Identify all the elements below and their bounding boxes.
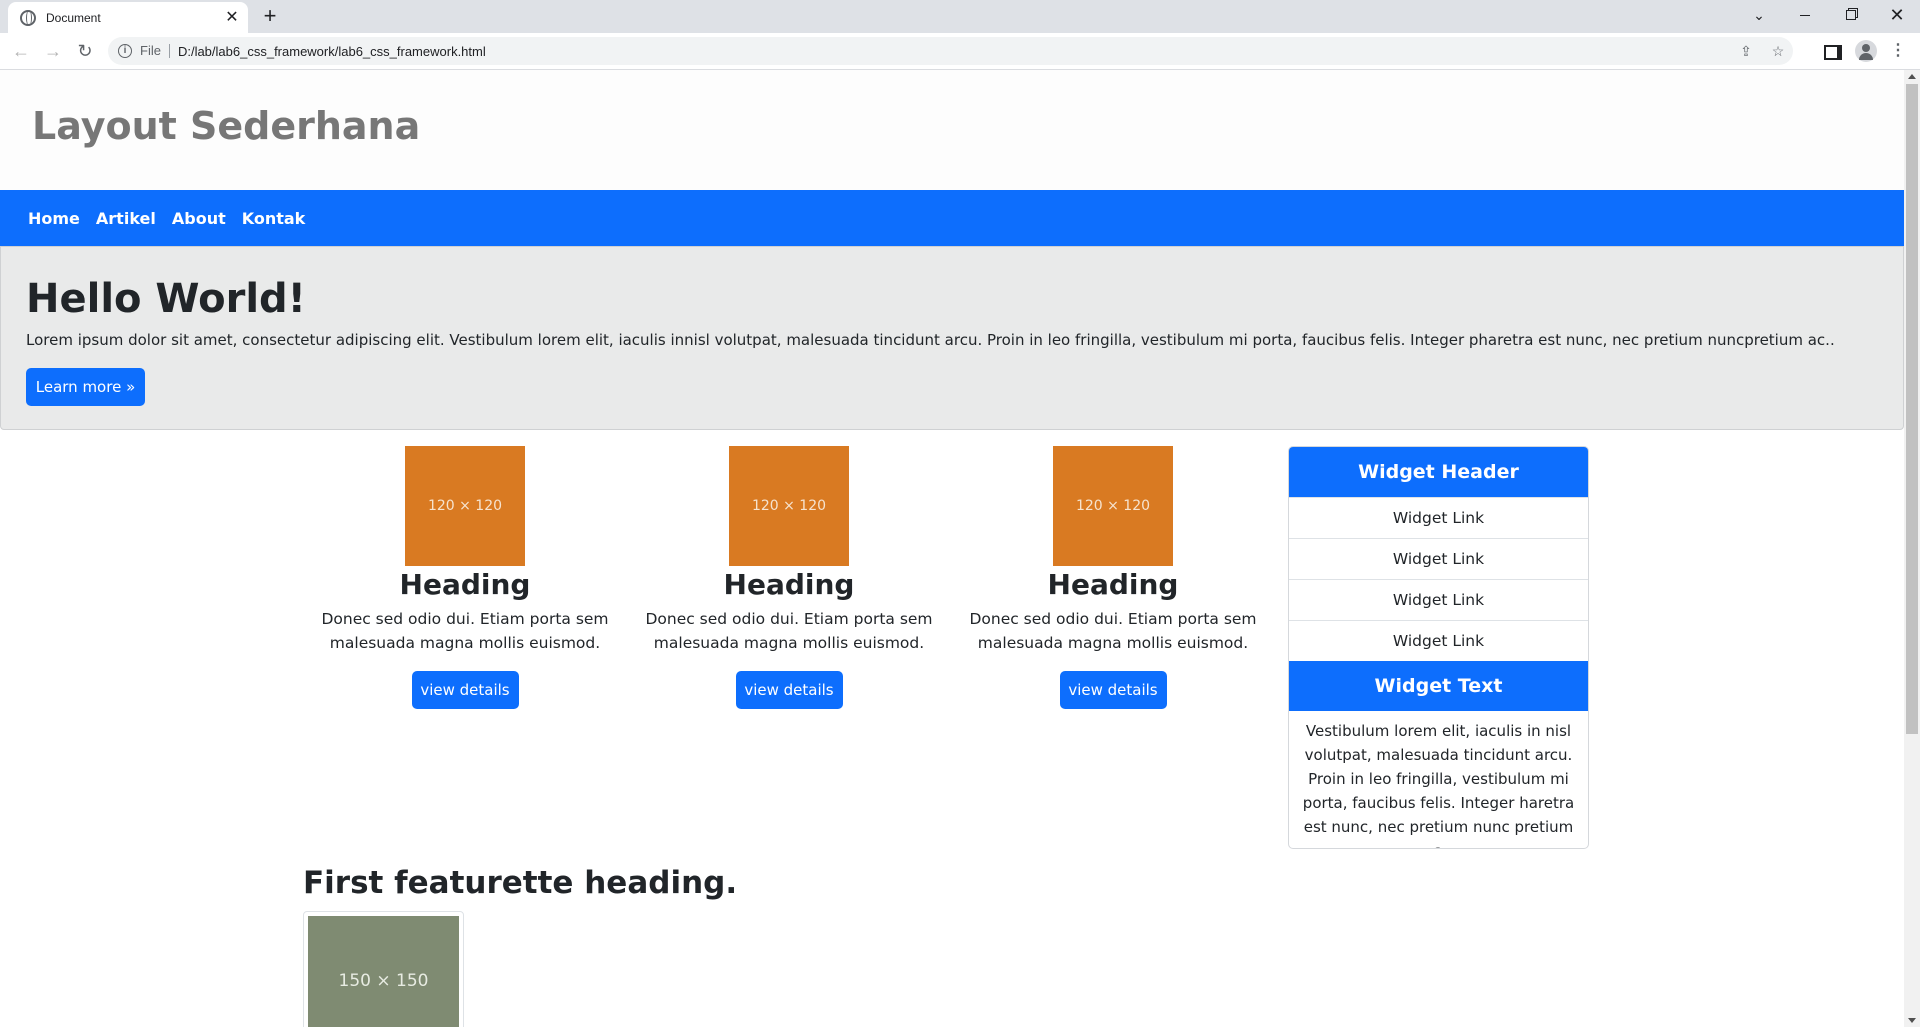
- back-arrow-icon[interactable]: ←: [9, 39, 33, 63]
- nav-link-home[interactable]: Home: [28, 209, 80, 228]
- star-icon[interactable]: ☆: [1769, 43, 1787, 60]
- featurette-heading: First featurette heading.: [303, 865, 738, 901]
- tab-strip: Document ✕ + ⌄ ✕: [0, 0, 1920, 33]
- widget-link[interactable]: Widget Link: [1289, 538, 1588, 579]
- url-scheme: File: [140, 44, 170, 58]
- card-1: 120 × 120 Heading Donec sed odio dui. Et…: [315, 446, 615, 709]
- view-details-button[interactable]: view details: [1059, 671, 1167, 709]
- card-text: Donec sed odio dui. Etiam porta sem male…: [645, 610, 933, 652]
- card-2: 120 × 120 Heading Donec sed odio dui. Et…: [639, 446, 939, 709]
- site-header: Layout Sederhana: [0, 70, 1904, 190]
- menu-icon[interactable]: ⋮: [1886, 39, 1910, 63]
- card-thumbnail: 120 × 120: [405, 446, 525, 566]
- tab-search-icon[interactable]: ⌄: [1736, 0, 1782, 30]
- minimize-button[interactable]: [1782, 0, 1828, 30]
- sidebar-widget: Widget Header Widget Link Widget Link Wi…: [1288, 446, 1589, 849]
- widget-link[interactable]: Widget Link: [1289, 620, 1588, 661]
- page-scrollbar[interactable]: [1904, 70, 1920, 1027]
- hero-text: Lorem ipsum dolor sit amet, consectetur …: [26, 331, 1835, 349]
- widget-link[interactable]: Widget Link: [1289, 579, 1588, 620]
- card-thumbnail: 120 × 120: [729, 446, 849, 566]
- nav-link-kontak[interactable]: Kontak: [242, 209, 306, 228]
- profile-icon[interactable]: [1855, 40, 1877, 62]
- window-close-button[interactable]: ✕: [1874, 0, 1920, 30]
- card-text: Donec sed odio dui. Etiam porta sem male…: [969, 610, 1257, 652]
- site-title: Layout Sederhana: [32, 104, 421, 148]
- featurette-image: 150 × 150: [303, 911, 464, 1027]
- card-thumbnail: 120 × 120: [1053, 446, 1173, 566]
- browser-tab[interactable]: Document ✕: [8, 2, 248, 33]
- new-tab-button[interactable]: +: [258, 5, 282, 29]
- nav-link-about[interactable]: About: [172, 209, 226, 228]
- card-3: 120 × 120 Heading Donec sed odio dui. Et…: [963, 446, 1263, 709]
- card-text: Donec sed odio dui. Etiam porta sem male…: [321, 610, 609, 652]
- card-heading: Heading: [1047, 568, 1179, 601]
- restore-button[interactable]: [1828, 0, 1874, 30]
- side-panel-icon[interactable]: [1821, 39, 1845, 63]
- card-heading: Heading: [399, 568, 531, 601]
- browser-chrome: Document ✕ + ⌄ ✕ ← → ↻ i File D:/lab/lab…: [0, 0, 1920, 70]
- main-navbar: Home Artikel About Kontak: [0, 190, 1904, 246]
- hero-section: Hello World! Lorem ipsum dolor sit amet,…: [0, 246, 1904, 430]
- scroll-up-arrow-icon[interactable]: [1908, 74, 1916, 79]
- address-bar[interactable]: i File D:/lab/lab6_css_framework/lab6_cs…: [108, 37, 1793, 65]
- view-details-button[interactable]: view details: [735, 671, 843, 709]
- tab-title: Document: [46, 10, 101, 25]
- url-text[interactable]: D:/lab/lab6_css_framework/lab6_css_frame…: [178, 44, 486, 59]
- widget-header: Widget Header: [1289, 447, 1588, 497]
- featurette-placeholder: 150 × 150: [308, 916, 459, 1027]
- widget-text-header: Widget Text: [1289, 661, 1588, 711]
- learn-more-button[interactable]: Learn more »: [26, 368, 145, 406]
- share-icon[interactable]: ⇪: [1737, 43, 1755, 60]
- scroll-thumb[interactable]: [1906, 84, 1918, 734]
- scroll-down-arrow-icon[interactable]: [1908, 1018, 1916, 1023]
- view-details-button[interactable]: view details: [411, 671, 519, 709]
- globe-icon: [20, 9, 36, 26]
- widget-text-body: Vestibulum lorem elit, iaculis in nisl v…: [1302, 722, 1575, 848]
- widget-link[interactable]: Widget Link: [1289, 497, 1588, 538]
- forward-arrow-icon[interactable]: →: [41, 39, 65, 63]
- nav-link-artikel[interactable]: Artikel: [96, 209, 156, 228]
- card-heading: Heading: [723, 568, 855, 601]
- hero-title: Hello World!: [26, 276, 306, 322]
- close-tab-icon[interactable]: ✕: [224, 9, 240, 26]
- page-viewport: Layout Sederhana Home Artikel About Kont…: [0, 70, 1904, 1027]
- reload-icon[interactable]: ↻: [73, 39, 97, 63]
- info-icon[interactable]: i: [118, 44, 132, 58]
- browser-toolbar: ← → ↻ i File D:/lab/lab6_css_framework/l…: [0, 33, 1920, 70]
